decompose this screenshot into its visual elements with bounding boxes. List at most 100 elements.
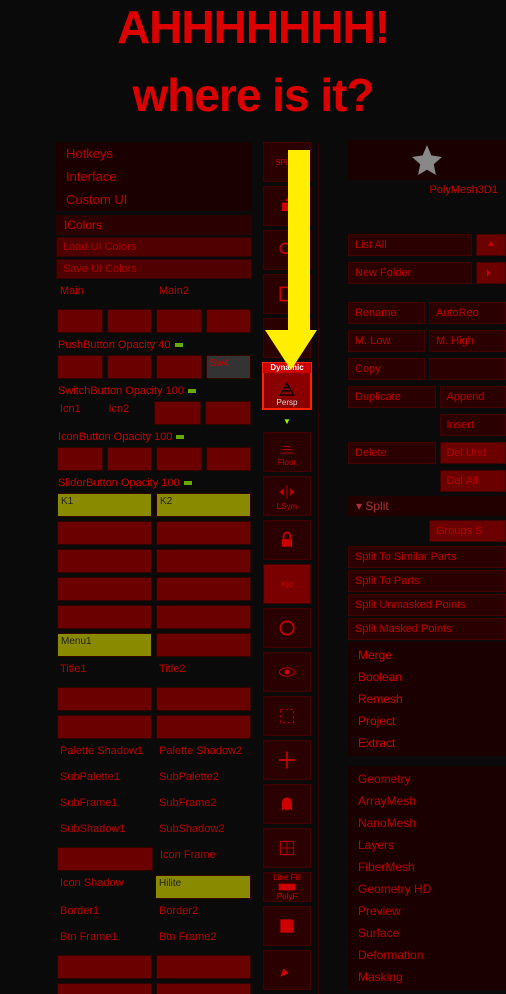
move-high-button[interactable]: M. High	[429, 330, 506, 352]
move-low-button[interactable]: M. Low	[348, 330, 425, 352]
geometry-section[interactable]: Geometry	[348, 768, 506, 790]
extract-section[interactable]: Extract	[348, 732, 506, 754]
deformation-section[interactable]: Deformation	[348, 944, 506, 966]
kd2-swatch[interactable]	[156, 577, 251, 601]
remesh-section[interactable]: Remesh	[348, 688, 506, 710]
hilite-swatch[interactable]: Hilite	[155, 875, 251, 899]
load-ui-colors-button[interactable]: Load UI Colors	[56, 237, 252, 257]
menu2-swatch[interactable]	[156, 633, 251, 657]
sw3-swatch[interactable]	[156, 355, 202, 379]
subtool-thumbnail[interactable]	[348, 140, 506, 180]
del-undo-button[interactable]: Del Und	[440, 442, 506, 464]
prefs-custom-ui[interactable]: Custom UI	[56, 188, 252, 211]
linefill-tool[interactable]: Line FillPolyF	[263, 872, 311, 902]
insert-button[interactable]: Insert	[440, 414, 506, 436]
split-parts-button[interactable]: Split To Parts	[348, 570, 506, 592]
lock-tool[interactable]	[263, 520, 311, 560]
lsym-tool[interactable]: LSym	[263, 476, 311, 516]
main2-swatch-1[interactable]	[156, 309, 202, 333]
ke2-swatch[interactable]	[156, 605, 251, 629]
save-ui-colors-button[interactable]: Save UI Colors	[56, 259, 252, 279]
kc1-swatch[interactable]	[57, 549, 152, 573]
brush-tool[interactable]	[263, 950, 311, 990]
pal1-swatch[interactable]	[57, 715, 152, 739]
grid-tool[interactable]	[263, 828, 311, 868]
persp-tool[interactable]: Dynamic Persp	[262, 362, 312, 410]
list-all-button[interactable]: List All	[348, 234, 472, 256]
xyz-tool[interactable]: Xyz	[263, 564, 311, 604]
delete-button[interactable]: Delete	[348, 442, 436, 464]
nanomesh-section[interactable]: NanoMesh	[348, 812, 506, 834]
extra-swatch-a2[interactable]	[156, 955, 251, 979]
split-section-header[interactable]: ▾ Split	[348, 496, 506, 516]
title2-swatch[interactable]	[156, 687, 251, 711]
frame-tool[interactable]	[263, 696, 311, 736]
masking-section[interactable]: Masking	[348, 966, 506, 988]
sw2-swatch[interactable]	[107, 355, 153, 379]
geometryhd-section[interactable]: Geometry HD	[348, 878, 506, 900]
title1-swatch[interactable]	[57, 687, 152, 711]
prefs-hotkeys[interactable]: Hotkeys	[56, 142, 252, 165]
surface-section[interactable]: Surface	[348, 922, 506, 944]
arraymesh-section[interactable]: ArrayMesh	[348, 790, 506, 812]
zoom-tool[interactable]	[263, 230, 311, 270]
merge-section[interactable]: Merge	[348, 644, 506, 666]
copy-button[interactable]: Copy	[348, 358, 425, 380]
duplicate-button[interactable]: Duplicate	[348, 386, 436, 408]
sliderbutton-opacity-slider[interactable]: SliderButton Opacity 100	[56, 475, 252, 491]
aahalf-tool[interactable]	[263, 318, 311, 358]
ib-swatch-3[interactable]	[156, 447, 202, 471]
k1-swatch[interactable]: K1	[57, 493, 152, 517]
layers-section[interactable]: Layers	[348, 834, 506, 856]
split-similar-button[interactable]: Split To Similar Parts	[348, 546, 506, 568]
ib-swatch-1[interactable]	[57, 447, 103, 471]
del-all-button[interactable]: Del All	[440, 470, 506, 492]
sw4-swatch[interactable]: Sw4	[206, 355, 252, 379]
kc2-swatch[interactable]	[156, 549, 251, 573]
save-tool[interactable]	[263, 906, 311, 946]
main-swatch-1[interactable]	[57, 309, 103, 333]
autoreorder-button[interactable]: AutoReo	[429, 302, 506, 324]
sw1-swatch[interactable]	[57, 355, 103, 379]
pushbutton-opacity-slider[interactable]: PushButton Opacity 40	[56, 337, 252, 353]
icolors-header[interactable]: IColors	[56, 215, 252, 235]
ke1-swatch[interactable]	[57, 605, 152, 629]
paste-button[interactable]	[429, 358, 506, 380]
list-all-arrow-icon[interactable]	[476, 234, 506, 256]
pal2-swatch[interactable]	[156, 715, 251, 739]
extra-swatch-b2[interactable]	[156, 983, 251, 994]
split-masked-button[interactable]: Split Masked Points	[348, 618, 506, 640]
kt1-swatch[interactable]	[57, 521, 152, 545]
solo-tool[interactable]	[263, 652, 311, 692]
floor-toggle[interactable]: ▼	[264, 414, 310, 428]
extra-swatch-a1[interactable]	[57, 955, 152, 979]
project-section[interactable]: Project	[348, 710, 506, 732]
actual-tool[interactable]	[263, 274, 311, 314]
iconframe-pad[interactable]	[57, 847, 153, 871]
kt2-swatch[interactable]	[156, 521, 251, 545]
move-tool[interactable]	[263, 740, 311, 780]
icn-swatch-1[interactable]	[154, 401, 201, 425]
ib-swatch-2[interactable]	[107, 447, 153, 471]
extra-swatch-b1[interactable]	[57, 983, 152, 994]
k2-swatch[interactable]: K2	[156, 493, 251, 517]
split-unmasked-button[interactable]: Split Unmasked Points	[348, 594, 506, 616]
new-folder-icon[interactable]	[476, 262, 506, 284]
rename-button[interactable]: Rename	[348, 302, 425, 324]
switchbutton-opacity-slider[interactable]: SwitchButton Opacity 100	[56, 383, 252, 399]
rotate-tool[interactable]	[263, 608, 311, 648]
iconbutton-opacity-slider[interactable]: IconButton Opacity 100	[56, 429, 252, 445]
prefs-interface[interactable]: Interface	[56, 165, 252, 188]
preview-section[interactable]: Preview	[348, 900, 506, 922]
boolean-section[interactable]: Boolean	[348, 666, 506, 688]
menu1-swatch[interactable]: Menu1	[57, 633, 152, 657]
floor-tool[interactable]: Floor	[263, 432, 311, 472]
groups-split-button[interactable]: Groups S	[429, 520, 506, 542]
ib-swatch-4[interactable]	[206, 447, 252, 471]
new-folder-button[interactable]: New Folder	[348, 262, 472, 284]
spin-tool[interactable]: SPin 1	[263, 142, 311, 182]
transp-tool[interactable]	[263, 784, 311, 824]
main-swatch-2[interactable]	[107, 309, 153, 333]
kd1-swatch[interactable]	[57, 577, 152, 601]
scroll-tool[interactable]	[263, 186, 311, 226]
